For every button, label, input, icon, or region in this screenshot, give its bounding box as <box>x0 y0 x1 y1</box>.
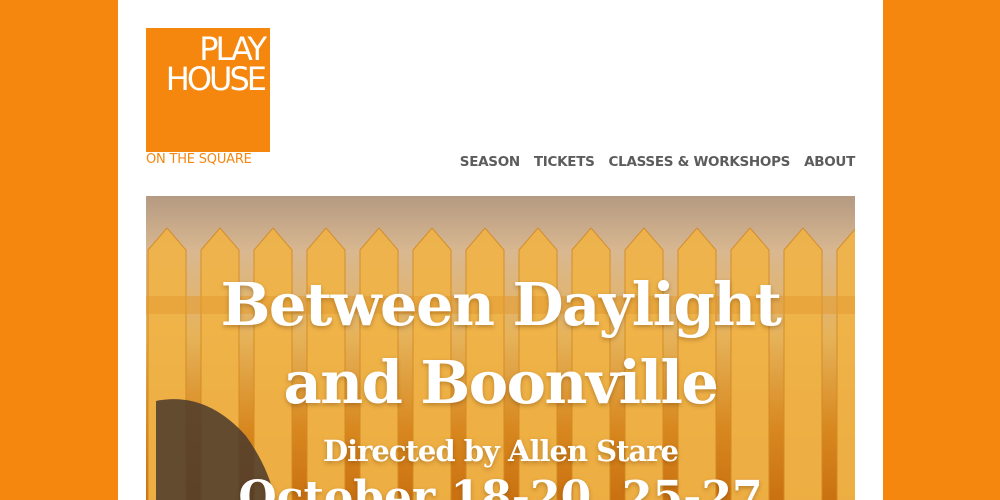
hero-dates: October 18-20, 25-27 <box>238 472 763 500</box>
nav-item-season[interactable]: SEASON <box>460 154 520 170</box>
logo[interactable]: PLAY HOUSE <box>146 28 270 152</box>
nav-item-classes-workshops[interactable]: CLASSES & WORKSHOPS <box>609 154 791 170</box>
nav-item-about[interactable]: ABOUT <box>804 154 855 170</box>
hero-title-line1: Between Daylight <box>220 270 782 339</box>
hero-title: Between Daylight and Boonville <box>146 268 855 420</box>
nav-item-tickets[interactable]: TICKETS <box>534 154 595 170</box>
hero-banner[interactable]: Between Daylight and Boonville Directed … <box>146 196 855 500</box>
hero-title-line2: and Boonville <box>283 348 719 417</box>
page-container: PLAY HOUSE ON THE SQUARE SEASON TICKETS … <box>118 0 883 500</box>
logo-tagline: ON THE SQUARE <box>146 152 252 167</box>
logo-line-house: HOUSE <box>165 60 267 98</box>
main-nav: SEASON TICKETS CLASSES & WORKSHOPS ABOUT <box>460 154 856 170</box>
hero-director: Directed by Allen Stare <box>322 434 679 468</box>
